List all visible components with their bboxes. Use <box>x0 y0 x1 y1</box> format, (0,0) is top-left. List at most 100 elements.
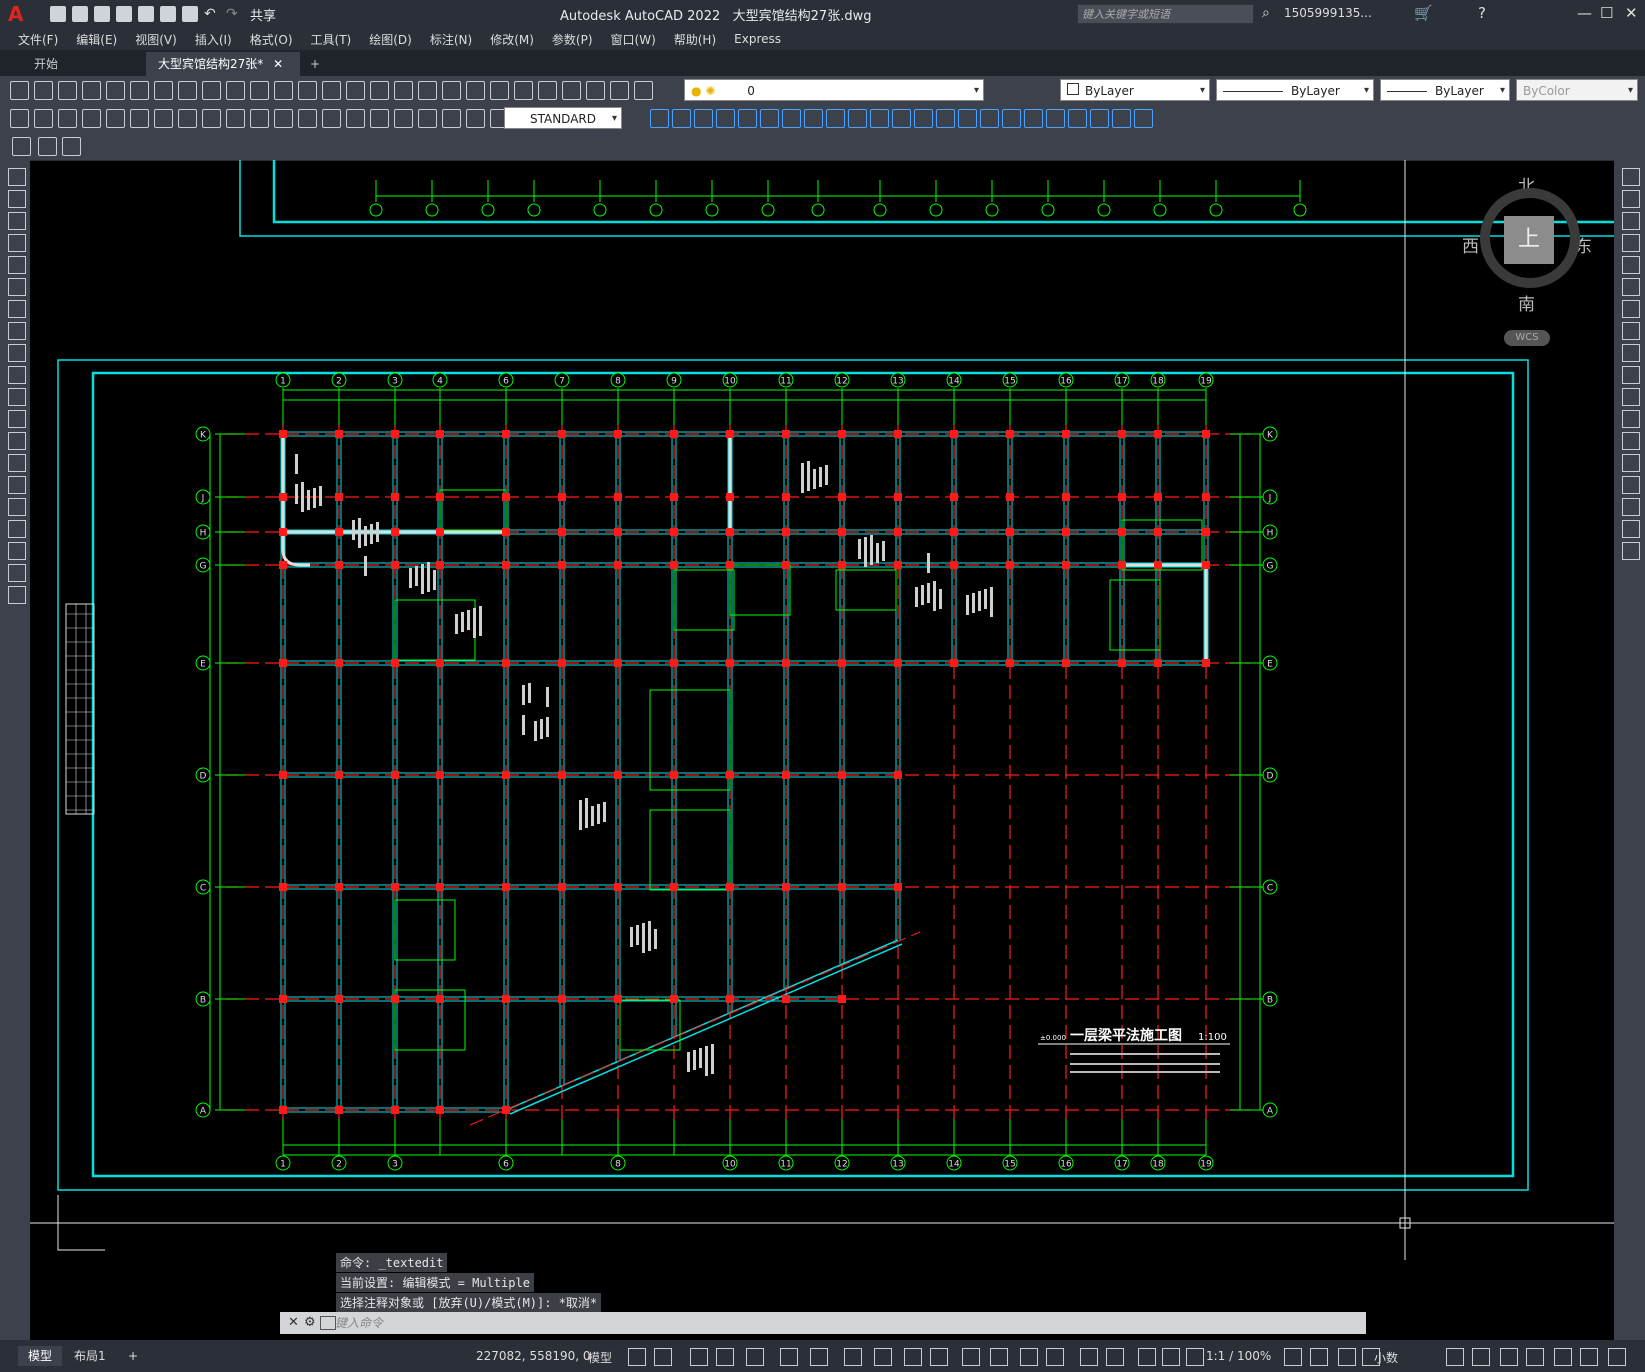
dimension-tool-icon[interactable] <box>34 109 53 128</box>
save-icon[interactable] <box>94 6 110 22</box>
dimension-tool-icon[interactable] <box>226 109 245 128</box>
customize-icon[interactable]: ⚙ <box>304 1315 316 1330</box>
draw-tool-icon[interactable] <box>8 212 26 230</box>
color-dropdown[interactable]: ByLayer <box>1060 79 1210 102</box>
modify-tool-icon[interactable] <box>1622 454 1640 472</box>
status-toggle-icon[interactable] <box>1138 1348 1156 1366</box>
modify2-tool-icon[interactable] <box>892 109 911 128</box>
modify2-tool-icon[interactable] <box>782 109 801 128</box>
maximize-button[interactable]: ☐ <box>1600 4 1613 22</box>
lineweight-dropdown[interactable]: ByLayer <box>1380 79 1510 102</box>
modify2-tool-icon[interactable] <box>848 109 867 128</box>
wcs-menu-button[interactable]: WCS <box>1504 330 1550 346</box>
draw-tool-icon[interactable] <box>8 388 26 406</box>
dimension-tool-icon[interactable] <box>10 109 29 128</box>
status-toggle-icon[interactable] <box>1580 1348 1598 1366</box>
modify-tool-icon[interactable] <box>1622 256 1640 274</box>
status-toggle-icon[interactable] <box>1338 1348 1356 1366</box>
modify-tool-icon[interactable] <box>1622 432 1640 450</box>
plotstyle-dropdown[interactable]: ByColor <box>1516 79 1638 102</box>
standard-tool-icon[interactable] <box>226 81 245 100</box>
status-toggle-icon[interactable] <box>746 1348 764 1366</box>
standard-tool-icon[interactable] <box>154 81 173 100</box>
status-toggle-icon[interactable] <box>1500 1348 1518 1366</box>
standard-tool-icon[interactable] <box>418 81 437 100</box>
autocad-logo-icon[interactable]: A <box>8 4 28 24</box>
status-toggle-icon[interactable] <box>1472 1348 1490 1366</box>
user-account[interactable]: 1505999135... <box>1284 6 1372 20</box>
plot-icon[interactable] <box>182 6 198 22</box>
status-toggle-icon[interactable] <box>874 1348 892 1366</box>
menu-format[interactable]: 格式(O) <box>250 31 293 48</box>
save-web-icon[interactable] <box>160 6 176 22</box>
tab-close-icon[interactable]: ✕ <box>273 57 283 71</box>
modify-tool-icon[interactable] <box>1622 212 1640 230</box>
draw-tool-icon[interactable] <box>8 322 26 340</box>
status-toggle-icon[interactable] <box>1046 1348 1064 1366</box>
dimstyle-dropdown[interactable]: STANDARD <box>504 107 622 130</box>
dimension-tool-icon[interactable] <box>250 109 269 128</box>
standard-tool-icon[interactable] <box>394 81 413 100</box>
modify-tool-icon[interactable] <box>1622 234 1640 252</box>
modify-tool-icon[interactable] <box>1622 476 1640 494</box>
open-file-icon[interactable] <box>72 6 88 22</box>
redo-icon[interactable]: ↷ <box>226 6 242 22</box>
modify-tool-icon[interactable] <box>1622 366 1640 384</box>
status-toggle-icon[interactable] <box>1162 1348 1180 1366</box>
dimension-tool-icon[interactable] <box>154 109 173 128</box>
status-toggle-icon[interactable] <box>1446 1348 1464 1366</box>
menu-help[interactable]: 帮助(H) <box>674 31 716 48</box>
modify2-tool-icon[interactable] <box>826 109 845 128</box>
status-toggle-icon[interactable] <box>930 1348 948 1366</box>
status-toggle-icon[interactable] <box>1186 1348 1204 1366</box>
draw-tool-icon[interactable] <box>8 300 26 318</box>
modify2-tool-icon[interactable] <box>914 109 933 128</box>
status-toggle-icon[interactable] <box>962 1348 980 1366</box>
draw-tool-icon[interactable] <box>8 454 26 472</box>
draw-tool-icon[interactable] <box>8 432 26 450</box>
modify2-tool-icon[interactable] <box>1090 109 1109 128</box>
status-toggle-icon[interactable] <box>844 1348 862 1366</box>
menu-modify[interactable]: 修改(M) <box>490 31 534 48</box>
dimension-tool-icon[interactable] <box>442 109 461 128</box>
status-toggle-icon[interactable] <box>654 1348 672 1366</box>
status-toggle-icon[interactable] <box>1310 1348 1328 1366</box>
modify-tool-icon[interactable] <box>1622 344 1640 362</box>
modify2-tool-icon[interactable] <box>958 109 977 128</box>
status-toggle-icon[interactable] <box>1554 1348 1572 1366</box>
menu-file[interactable]: 文件(F) <box>18 31 58 48</box>
standard-tool-icon[interactable] <box>346 81 365 100</box>
status-toggle-icon[interactable] <box>1020 1348 1038 1366</box>
menu-dimension[interactable]: 标注(N) <box>430 31 472 48</box>
cart-icon[interactable]: 🛒 <box>1414 4 1433 22</box>
viewcube-west[interactable]: 西 <box>1462 232 1479 257</box>
menu-draw[interactable]: 绘图(D) <box>369 31 412 48</box>
standard-tool-icon[interactable] <box>298 81 317 100</box>
draw-tool-icon[interactable] <box>8 344 26 362</box>
draw-tool-icon[interactable] <box>8 190 26 208</box>
menu-insert[interactable]: 插入(I) <box>195 31 232 48</box>
draw-tool-icon[interactable] <box>8 542 26 560</box>
standard-tool-icon[interactable] <box>274 81 293 100</box>
standard-tool-icon[interactable] <box>490 81 509 100</box>
modify2-tool-icon[interactable] <box>980 109 999 128</box>
extra-tool-icon[interactable] <box>12 137 31 156</box>
help-icon[interactable]: ? <box>1478 4 1486 22</box>
modify-tool-icon[interactable] <box>1622 520 1640 538</box>
menu-parameters[interactable]: 参数(P) <box>552 31 593 48</box>
modify2-tool-icon[interactable] <box>1112 109 1131 128</box>
dimension-tool-icon[interactable] <box>466 109 485 128</box>
draw-tool-icon[interactable] <box>8 476 26 494</box>
viewcube[interactable]: 北 南 东 西 上 WCS <box>1462 170 1592 350</box>
standard-tool-icon[interactable] <box>370 81 389 100</box>
modify2-tool-icon[interactable] <box>650 109 669 128</box>
tab-drawing[interactable]: 大型宾馆结构27张* ✕ <box>146 52 300 76</box>
modify2-tool-icon[interactable] <box>804 109 823 128</box>
viewcube-south[interactable]: 南 <box>1518 290 1535 315</box>
tab-model[interactable]: 模型 <box>18 1346 63 1366</box>
new-file-icon[interactable] <box>50 6 66 22</box>
dimension-tool-icon[interactable] <box>178 109 197 128</box>
status-toggle-icon[interactable] <box>1106 1348 1124 1366</box>
viewcube-top-face[interactable]: 上 <box>1504 216 1554 264</box>
close-command-icon[interactable]: ✕ <box>288 1315 299 1330</box>
